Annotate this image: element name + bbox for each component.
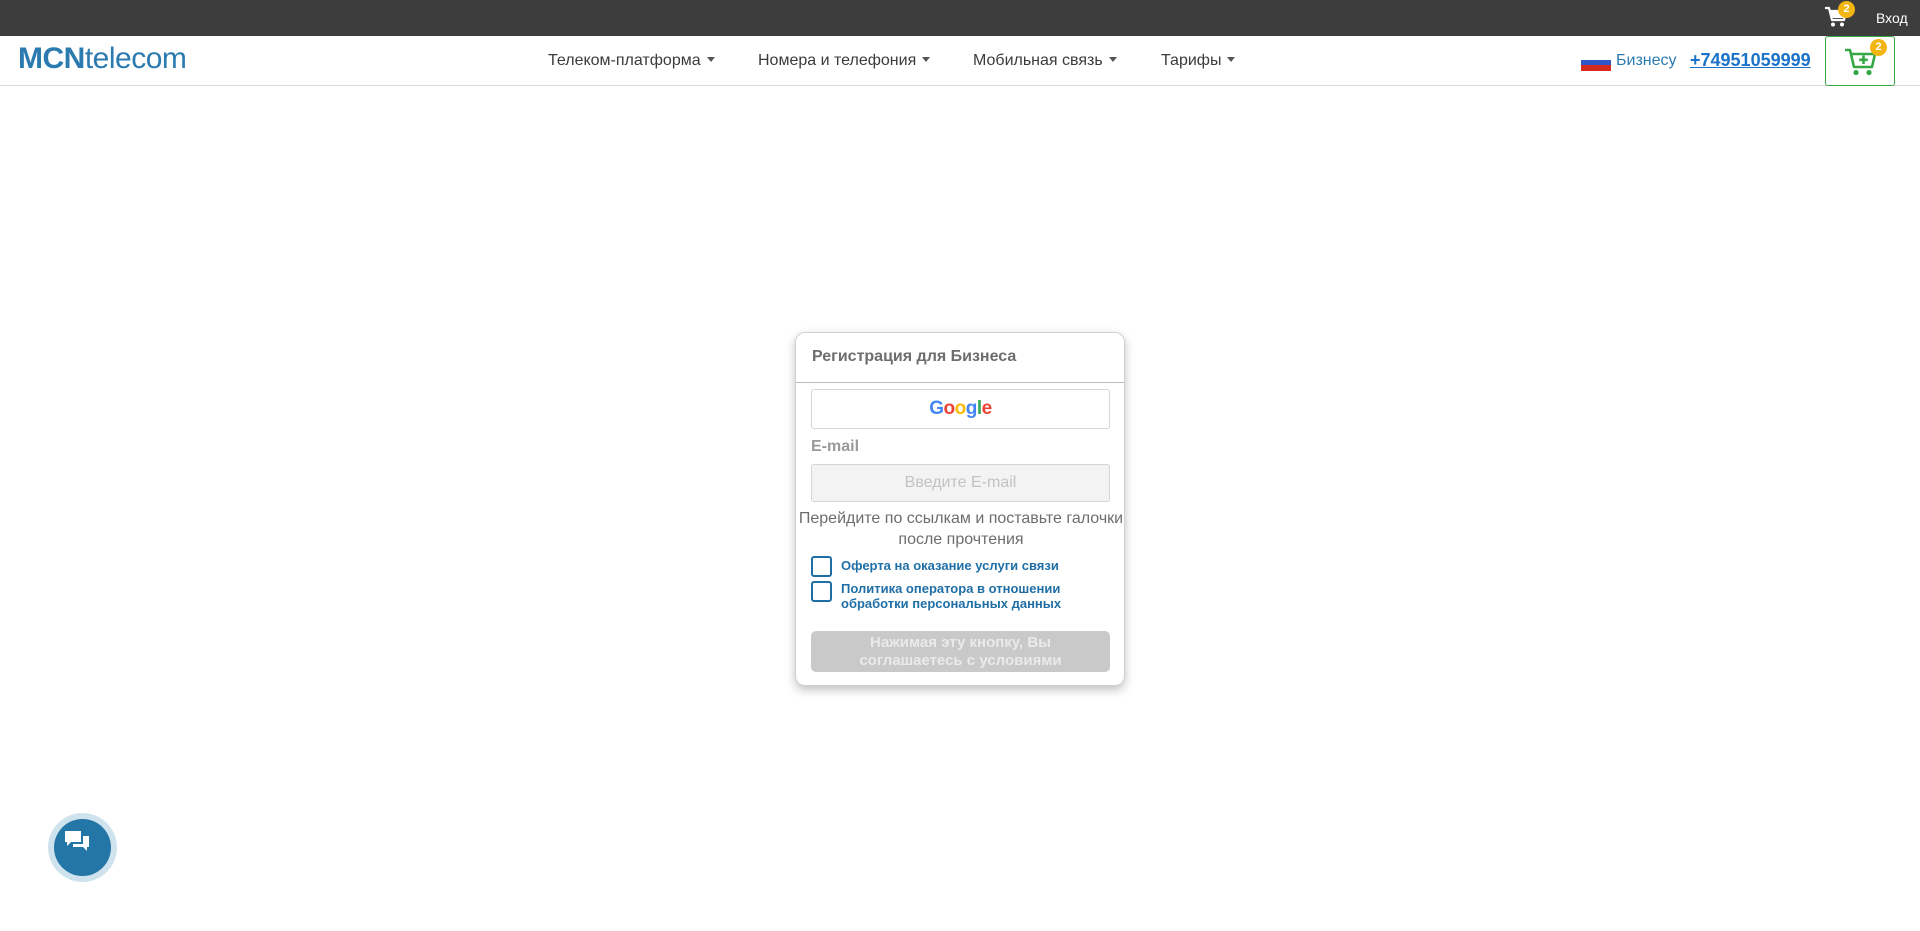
consent-hint-line: после прочтения — [898, 531, 1024, 548]
offer-link[interactable]: Оферта на оказание услуги связи — [841, 558, 1059, 573]
phone-link[interactable]: +74951059999 — [1690, 50, 1811, 71]
nav-item-label: Телеком-платформа — [548, 52, 701, 69]
google-letter: g — [965, 398, 978, 419]
policy-link-line: обработки персональных данных — [841, 596, 1062, 611]
nav-item-label: Номера и телефония — [758, 52, 917, 69]
submit-label-line: соглашаетесь с условиями — [859, 652, 1062, 669]
policy-checkbox[interactable] — [811, 581, 832, 602]
flag-stripe-red — [1581, 65, 1611, 71]
caret-down-icon — [706, 56, 715, 62]
segment-business-link[interactable]: Бизнесу — [1616, 52, 1677, 70]
header-cart-count-badge: 2 — [1870, 39, 1887, 56]
nav-item-tariffs[interactable]: Тарифы — [1161, 52, 1236, 70]
top-cart-button[interactable]: 2 — [1824, 1, 1855, 30]
nav-item-numbers-telephony[interactable]: Номера и телефония — [758, 52, 931, 70]
header-cart-button[interactable]: 2 — [1825, 36, 1895, 86]
chat-bubbles-icon — [65, 831, 89, 851]
divider — [796, 382, 1124, 383]
nav-item-telecom-platform[interactable]: Телеком-платформа — [548, 52, 715, 70]
email-label: E-mail — [811, 438, 860, 455]
register-submit-button[interactable]: Нажимая эту кнопку, Вы соглашаетесь с ус… — [811, 631, 1110, 672]
policy-link[interactable]: Политика оператора в отношении обработки… — [841, 581, 1061, 611]
google-letter: G — [929, 398, 944, 419]
registration-title: Регистрация для Бизнеса — [812, 348, 1017, 365]
submit-label-line: Нажимая эту кнопку, Вы — [870, 634, 1051, 651]
consent-hint-line: Перейдите по ссылкам и поставьте галочки — [798, 510, 1124, 527]
google-letter: o — [954, 398, 967, 419]
google-logo-icon: Google — [929, 398, 993, 419]
caret-down-icon — [1227, 56, 1236, 62]
nav-item-label: Мобильная связь — [973, 52, 1103, 69]
chat-widget-button[interactable] — [48, 813, 117, 882]
registration-card: Регистрация для Бизнеса Google E-mail Пе… — [795, 332, 1125, 686]
top-cart-count-badge: 2 — [1838, 1, 1855, 18]
nav-item-mobile[interactable]: Мобильная связь — [973, 52, 1117, 70]
nav-item-label: Тарифы — [1161, 52, 1222, 69]
offer-checkbox[interactable] — [811, 556, 832, 577]
top-bar: 2 Вход — [0, 0, 1920, 36]
consent-hint: Перейдите по ссылкам и поставьте галочки… — [798, 508, 1124, 550]
russia-flag-icon[interactable] — [1581, 54, 1611, 71]
policy-link-line: Политика оператора в отношении — [841, 581, 1061, 596]
caret-down-icon — [1108, 56, 1117, 62]
google-letter: e — [981, 398, 993, 419]
email-field[interactable] — [811, 464, 1110, 502]
main-header: MCNtelecom Телеком-платформа Номера и те… — [0, 36, 1920, 86]
google-letter: o — [943, 398, 956, 419]
caret-down-icon — [922, 56, 931, 62]
login-link[interactable]: Вход — [1876, 10, 1908, 26]
google-signin-button[interactable]: Google — [811, 389, 1110, 429]
